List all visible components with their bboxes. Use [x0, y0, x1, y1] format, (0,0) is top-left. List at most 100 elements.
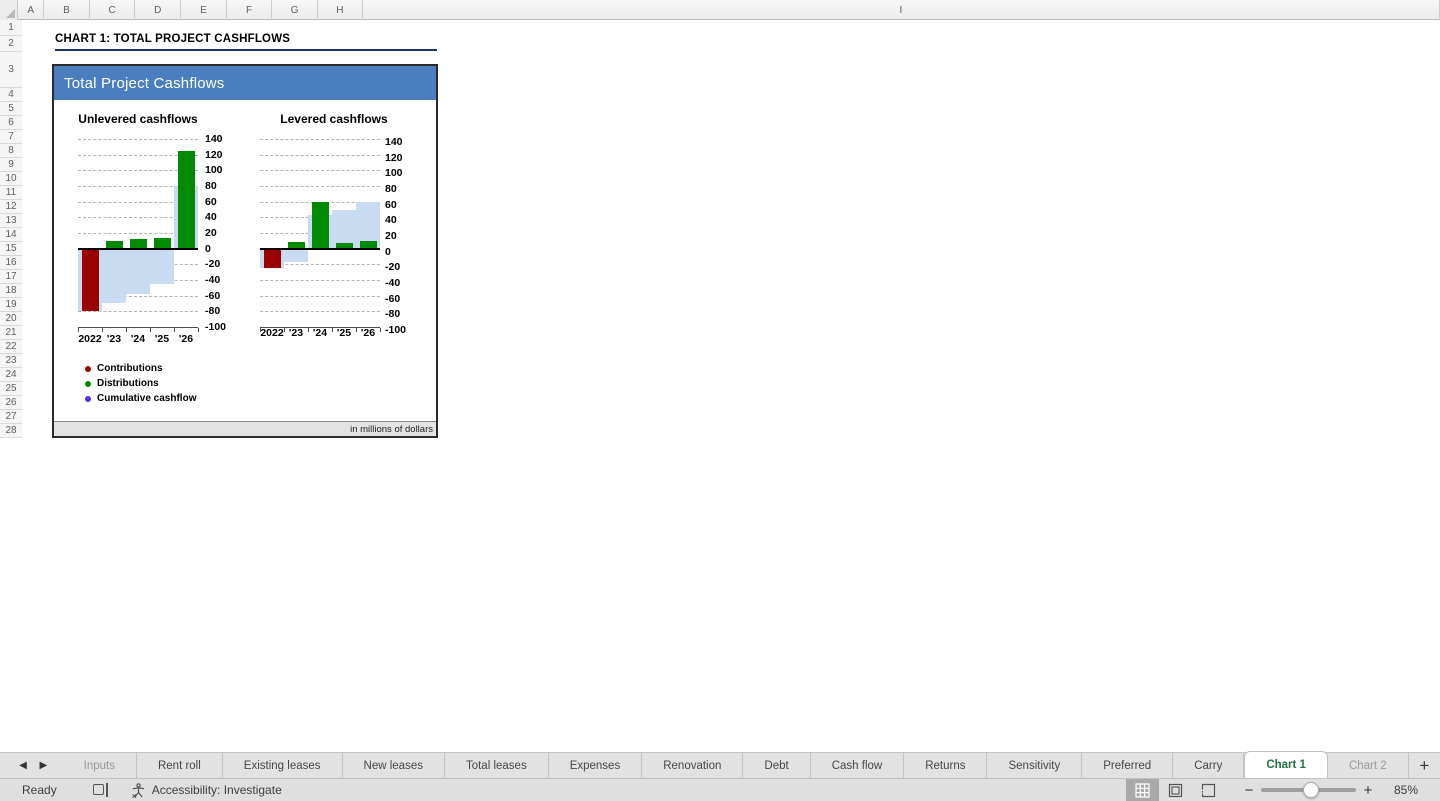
row-header-5[interactable]: 5	[0, 102, 22, 116]
add-sheet-button[interactable]: +	[1409, 753, 1440, 778]
zoom-slider-track[interactable]	[1261, 788, 1356, 792]
column-header-I[interactable]: I	[363, 0, 1440, 20]
row-header-28[interactable]: 28	[0, 424, 22, 438]
row-header-11[interactable]: 11	[0, 186, 22, 200]
x-axis-tick	[308, 328, 309, 332]
gridline-levered-80	[260, 186, 380, 187]
row-header-7[interactable]: 7	[0, 130, 22, 144]
legend-item-distributions: Distributions	[85, 378, 159, 389]
column-header-B[interactable]: B	[44, 0, 90, 20]
gridline-levered--60	[260, 296, 380, 297]
gridline-levered-100	[260, 170, 380, 171]
macro-record-icon[interactable]	[93, 783, 109, 797]
row-header-4[interactable]: 4	[0, 88, 22, 102]
column-header-C[interactable]: C	[90, 0, 136, 20]
row-header-19[interactable]: 19	[0, 298, 22, 312]
row-header-21[interactable]: 21	[0, 326, 22, 340]
y-axis-label-unlevered-80: 80	[205, 180, 241, 192]
row-header-10[interactable]: 10	[0, 172, 22, 186]
y-axis-label-unlevered--40: -40	[205, 274, 241, 286]
x-axis-tick	[126, 328, 127, 332]
y-axis-label-levered-100: 100	[385, 167, 421, 179]
zoom-level[interactable]: 85%	[1380, 783, 1432, 797]
row-header-18[interactable]: 18	[0, 284, 22, 298]
sheet-tab-total-leases[interactable]: Total leases	[445, 753, 549, 778]
column-header-G[interactable]: G	[272, 0, 318, 20]
sheet-tab-rent-roll[interactable]: Rent roll	[137, 753, 223, 778]
bar-contributions-levered-2022[interactable]	[264, 249, 281, 269]
x-axis-tick	[260, 328, 261, 332]
sheet-tab-new-leases[interactable]: New leases	[343, 753, 445, 778]
chart-title-bar: Total Project Cashflows	[54, 66, 436, 100]
zoom-slider-thumb[interactable]	[1303, 782, 1319, 798]
sheet-tab-cash-flow[interactable]: Cash flow	[811, 753, 905, 778]
row-header-9[interactable]: 9	[0, 158, 22, 172]
bar-distributions-unlevered-'26[interactable]	[178, 151, 195, 249]
row-header-6[interactable]: 6	[0, 116, 22, 130]
sheet-tab-returns[interactable]: Returns	[904, 753, 987, 778]
sheet-tab-sensitivity[interactable]: Sensitivity	[987, 753, 1082, 778]
row-header-26[interactable]: 26	[0, 396, 22, 410]
y-axis-label-levered-60: 60	[385, 199, 421, 211]
y-axis-label-unlevered--60: -60	[205, 290, 241, 302]
column-header-A[interactable]: A	[18, 0, 44, 20]
row-header-17[interactable]: 17	[0, 270, 22, 284]
y-axis-label-levered--60: -60	[385, 293, 421, 305]
page-layout-icon	[1168, 783, 1183, 798]
sheet-tab-preferred[interactable]: Preferred	[1082, 753, 1173, 778]
y-axis-label-unlevered--80: -80	[205, 305, 241, 317]
row-header-2[interactable]: 2	[0, 36, 22, 52]
x-axis-tick	[380, 328, 381, 332]
sheet-tab-chart-2[interactable]: Chart 2	[1328, 753, 1409, 778]
row-header-13[interactable]: 13	[0, 214, 22, 228]
sheet-tab-carry[interactable]: Carry	[1173, 753, 1244, 778]
row-header-14[interactable]: 14	[0, 228, 22, 242]
chart-body: Unlevered cashflows140120100806040200-20…	[54, 100, 436, 421]
accessibility-status[interactable]: Accessibility: Investigate	[131, 783, 282, 798]
row-header-22[interactable]: 22	[0, 340, 22, 354]
chart-object[interactable]: Total Project Cashflows Unlevered cashfl…	[52, 64, 438, 438]
row-header-3[interactable]: 3	[0, 52, 22, 88]
sheet-tab-expenses[interactable]: Expenses	[549, 753, 643, 778]
y-axis-label-unlevered--100: -100	[205, 321, 241, 333]
zoom-in-button[interactable]: +	[1356, 782, 1380, 799]
x-axis-tick	[78, 328, 79, 332]
accessibility-person-icon	[131, 783, 146, 798]
bar-distributions-levered-'24[interactable]	[312, 202, 329, 249]
row-header-27[interactable]: 27	[0, 410, 22, 424]
row-header-12[interactable]: 12	[0, 200, 22, 214]
page-break-preview-button[interactable]	[1192, 779, 1225, 801]
row-header-8[interactable]: 8	[0, 144, 22, 158]
column-header-F[interactable]: F	[227, 0, 273, 20]
x-axis-levered	[260, 327, 380, 328]
zoom-out-button[interactable]: −	[1237, 782, 1261, 799]
column-header-D[interactable]: D	[135, 0, 181, 20]
column-header-H[interactable]: H	[318, 0, 363, 20]
tab-scroll-left-icon[interactable]: ◀	[13, 753, 33, 778]
sheet-tab-debt[interactable]: Debt	[743, 753, 810, 778]
chart-subtitle-unlevered: Unlevered cashflows	[54, 112, 248, 126]
page-layout-view-button[interactable]	[1159, 779, 1192, 801]
select-all-corner[interactable]	[0, 0, 18, 20]
row-header-25[interactable]: 25	[0, 382, 22, 396]
row-header-24[interactable]: 24	[0, 368, 22, 382]
gridline-levered--40	[260, 280, 380, 281]
row-header-15[interactable]: 15	[0, 242, 22, 256]
sheet-tab-existing-leases[interactable]: Existing leases	[223, 753, 343, 778]
row-header-16[interactable]: 16	[0, 256, 22, 270]
sheet-heading: CHART 1: TOTAL PROJECT CASHFLOWS	[55, 33, 437, 51]
bar-contributions-unlevered-2022[interactable]	[82, 249, 99, 312]
x-axis-tick	[284, 328, 285, 332]
y-axis-label-levered-40: 40	[385, 214, 421, 226]
sheet-tab-renovation[interactable]: Renovation	[642, 753, 743, 778]
sheet-tab-bar: ◀ ▶ InputsRent rollExisting leasesNew le…	[0, 752, 1440, 778]
normal-view-button[interactable]	[1126, 779, 1159, 801]
legend-dot-cumulative-cashflow	[85, 396, 91, 402]
column-header-E[interactable]: E	[181, 0, 227, 20]
sheet-tab-inputs[interactable]: Inputs	[63, 753, 137, 778]
sheet-tab-chart-1[interactable]: Chart 1	[1244, 751, 1328, 778]
row-header-23[interactable]: 23	[0, 354, 22, 368]
row-header-1[interactable]: 1	[0, 20, 22, 36]
row-header-20[interactable]: 20	[0, 312, 22, 326]
tab-scroll-right-icon[interactable]: ▶	[33, 753, 53, 778]
